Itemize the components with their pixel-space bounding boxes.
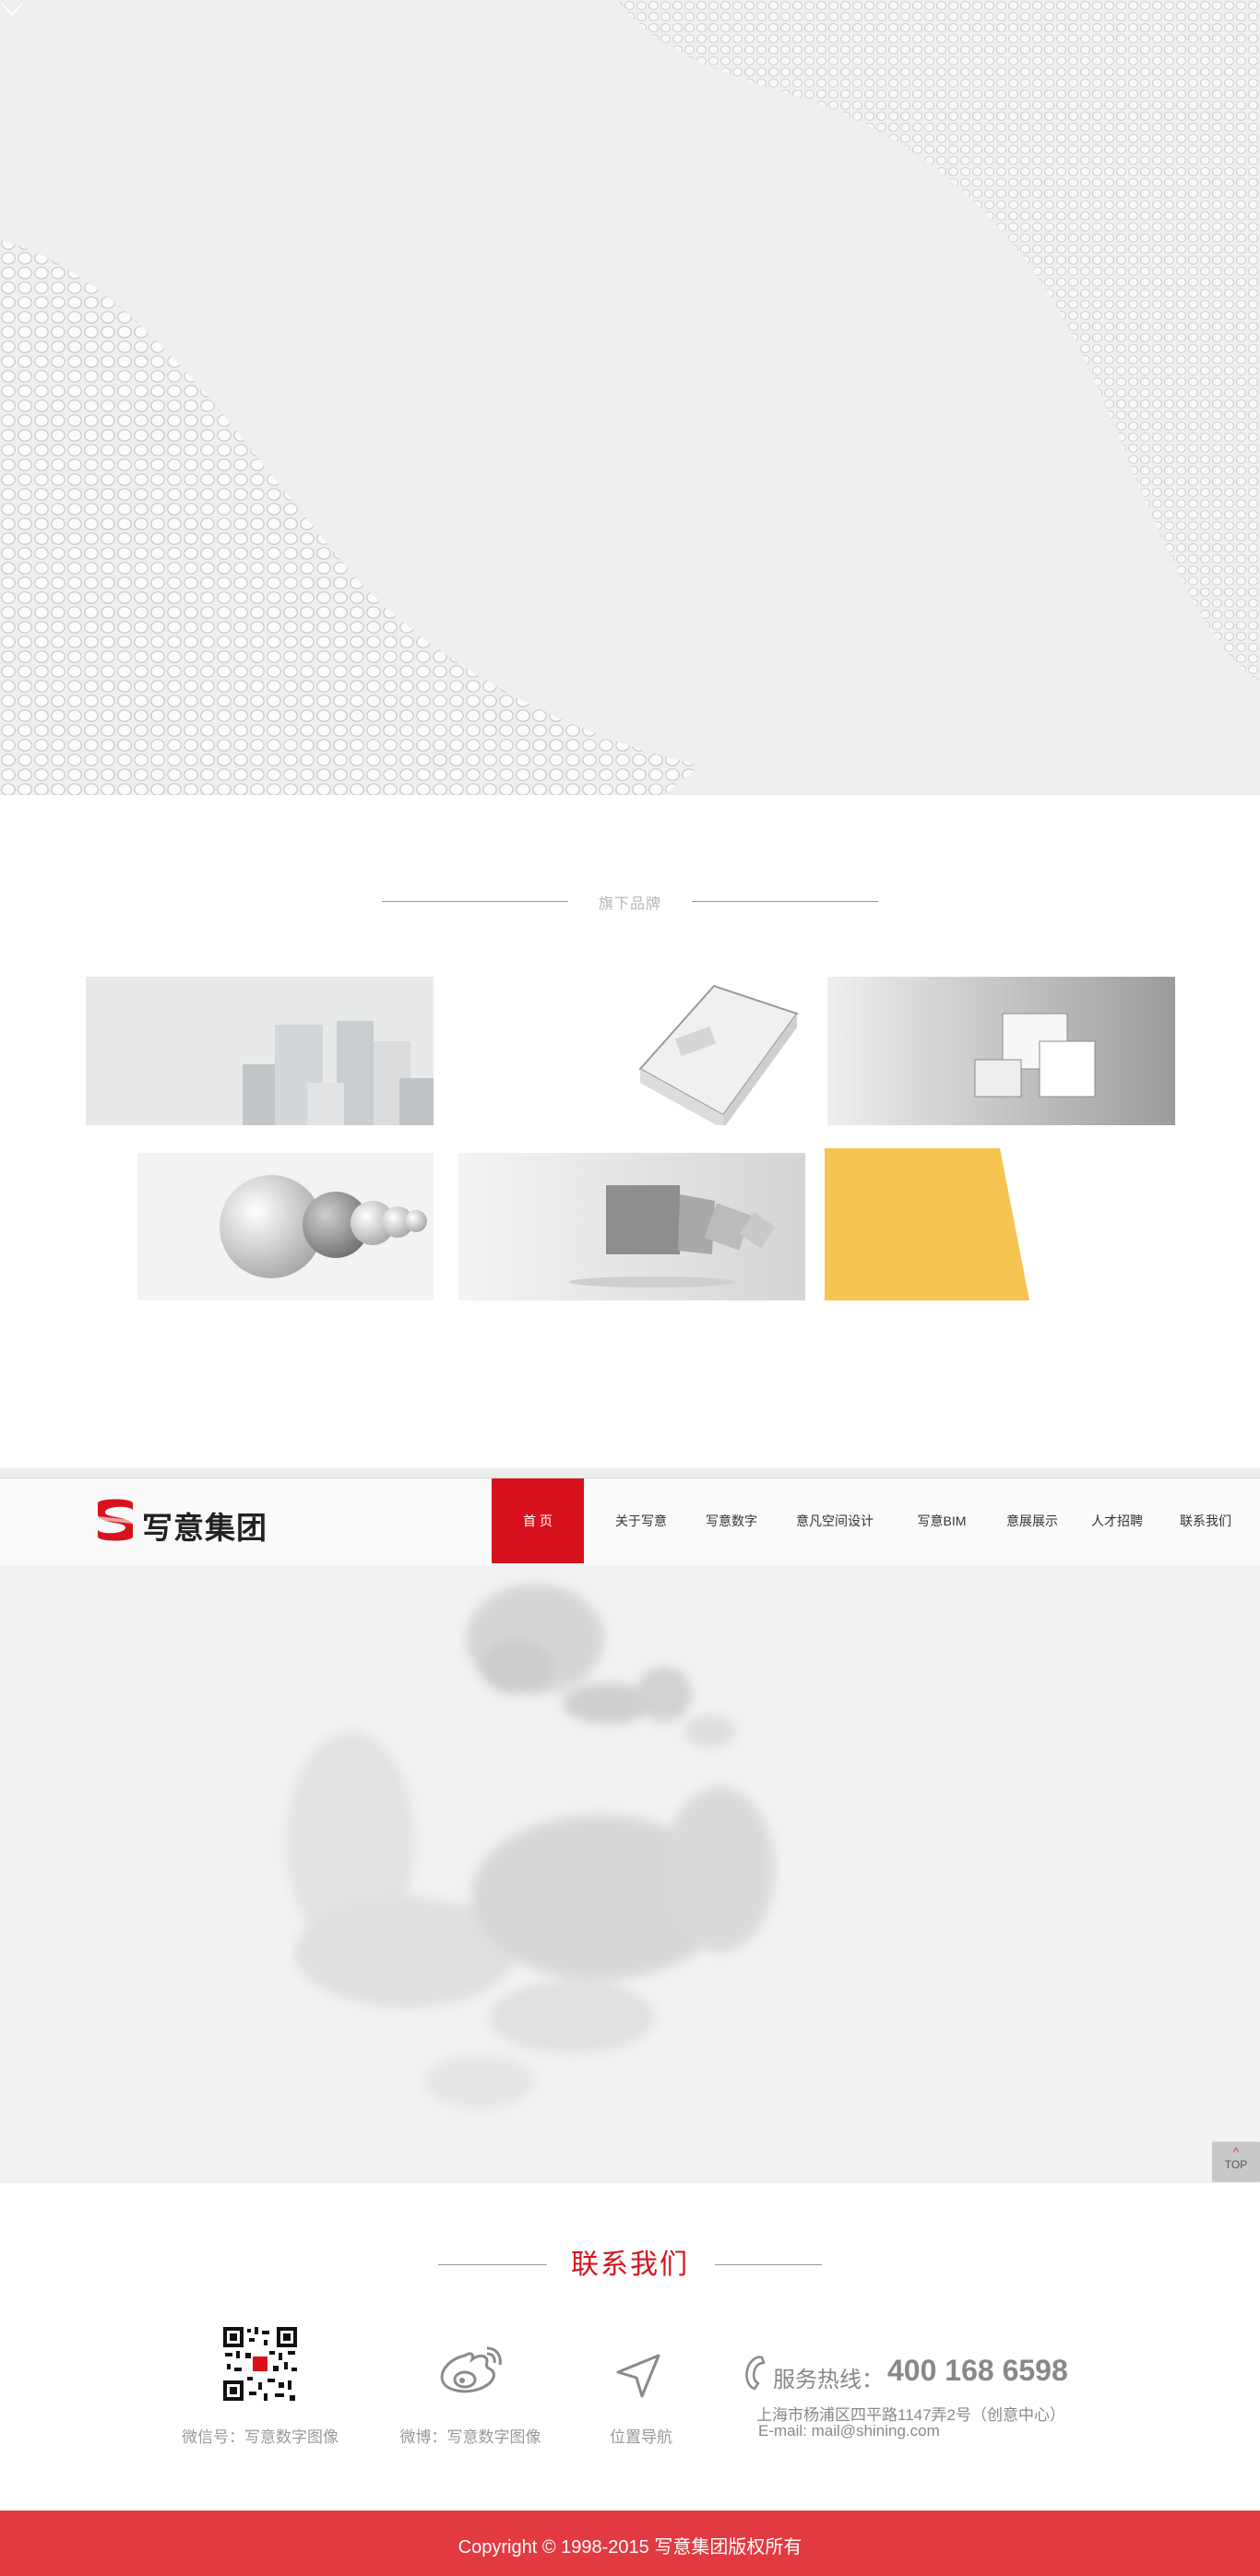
ink-globe-image: [286, 1584, 775, 2109]
brand-5-image: [458, 1153, 805, 1300]
ink-map-area: [0, 1565, 1260, 2183]
phone-icon: [745, 2356, 766, 2391]
brand-3-image: [827, 977, 1175, 1125]
nav-item-about[interactable]: 关于写意: [605, 1478, 677, 1563]
brand-card-4[interactable]: [137, 1153, 434, 1300]
location-caption: 位置导航: [610, 2428, 672, 2446]
nav-item-digital[interactable]: 写意数字: [695, 1478, 767, 1563]
weibo-icon[interactable]: [437, 2341, 507, 2394]
hotline-number[interactable]: 400 168 6598: [887, 2354, 1068, 2388]
nav-top-band: [0, 1468, 1260, 1478]
contact-title: 联系我们: [571, 2249, 689, 2281]
brands-title: 旗下品牌: [598, 896, 661, 912]
contact-line-right: [715, 2264, 822, 2265]
nav-item-bim[interactable]: 写意BIM: [904, 1478, 980, 1563]
brand-card-6[interactable]: [825, 1148, 1033, 1300]
nav-item-space-design[interactable]: 意凡空间设计: [786, 1478, 884, 1563]
hero-dot-wave: [0, 0, 1260, 795]
brand-1-image: [86, 977, 434, 1125]
wechat-qr-code-icon[interactable]: [221, 2325, 299, 2403]
back-to-top-button[interactable]: ^ TOP: [1212, 2142, 1260, 2182]
brand-card-3[interactable]: [827, 977, 1175, 1125]
brand-4-image: [137, 1153, 434, 1300]
nav-item-exhibition[interactable]: 意展展示: [996, 1478, 1068, 1563]
logo-s-icon: [98, 1499, 133, 1541]
nav-item-careers[interactable]: 人才招聘: [1081, 1478, 1153, 1563]
brand-2-image: [456, 977, 804, 1125]
nav-item-contact[interactable]: 联系我们: [1170, 1478, 1242, 1563]
wechat-caption: 微信号：写意数字图像: [182, 2428, 339, 2446]
location-navigation-icon[interactable]: [614, 2352, 662, 2400]
caret-up-icon: ^: [1232, 2144, 1240, 2159]
brand-card-2[interactable]: [456, 977, 804, 1125]
site-logo[interactable]: 写意集团: [92, 1496, 277, 1546]
title-line-right: [692, 901, 878, 902]
logo-text: 写意集团: [142, 1510, 267, 1546]
back-to-top-label: TOP: [1224, 2158, 1248, 2171]
nav-item-home[interactable]: 首 页: [492, 1478, 584, 1563]
copyright-text: Copyright © 1998-2015 写意集团版权所有: [458, 2537, 802, 2558]
footer: Copyright © 1998-2015 写意集团版权所有: [0, 2511, 1260, 2576]
hero-banner: [0, 0, 1260, 795]
scroll-down-chevron-icon[interactable]: [0, 0, 24, 18]
brand-6-image: [825, 1148, 1029, 1300]
email-text[interactable]: E-mail: mail@shining.com: [758, 2422, 940, 2440]
hotline-label: 服务热线：: [773, 2367, 884, 2392]
brand-card-5[interactable]: [458, 1153, 805, 1300]
weibo-caption: 微博：写意数字图像: [399, 2428, 541, 2446]
brand-card-1[interactable]: [86, 977, 434, 1125]
